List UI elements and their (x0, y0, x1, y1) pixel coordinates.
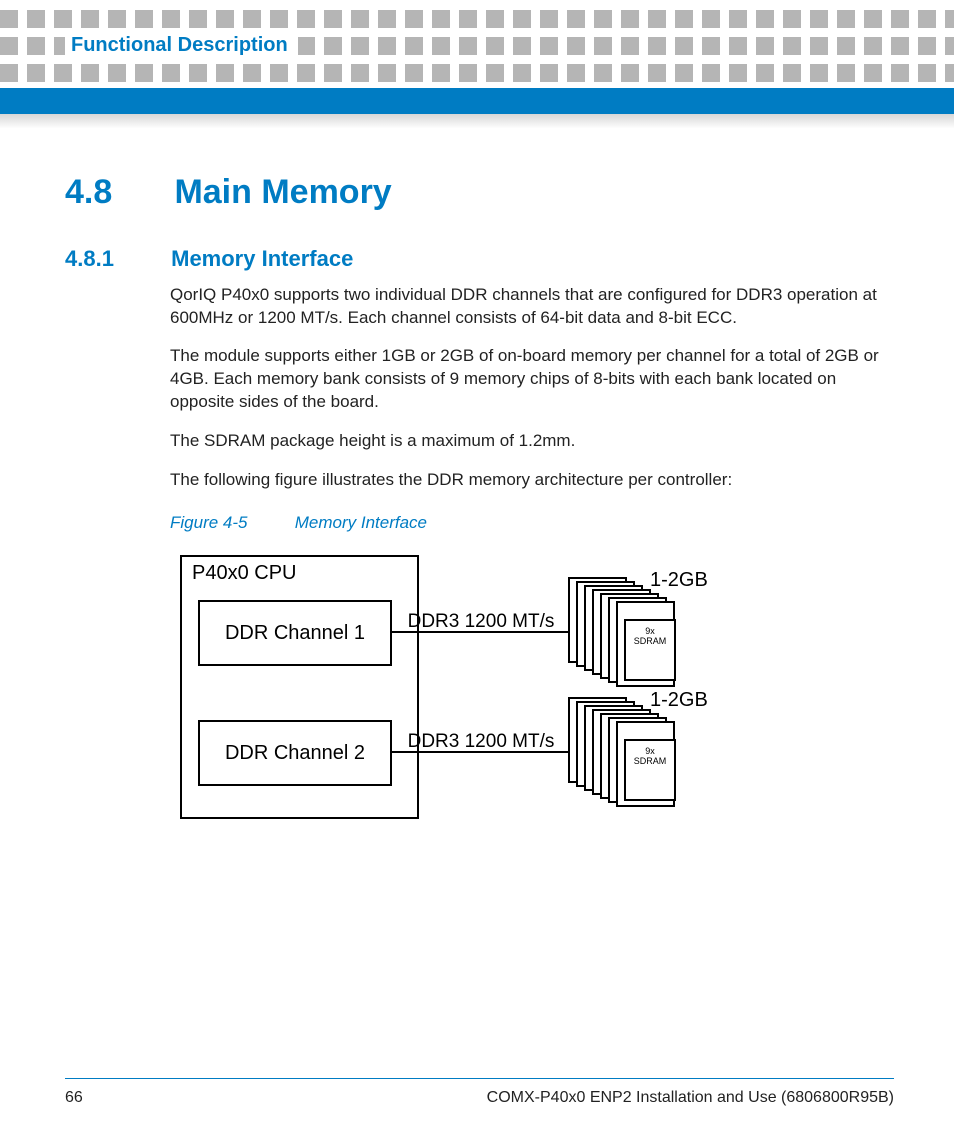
sdram-stack-2: 9x SDRAM (568, 697, 718, 807)
sdram-stack-1: 9x SDRAM (568, 577, 718, 687)
figure-title: Memory Interface (295, 513, 427, 532)
ddr-channel-2-box: DDR Channel 2 (198, 720, 392, 786)
sdram-count: 9x (645, 746, 655, 756)
figure-caption: Figure 4-5 Memory Interface (170, 512, 894, 535)
paragraph-2: The module supports either 1GB or 2GB of… (170, 345, 894, 414)
link-label-2: DDR3 1200 MT/s (396, 729, 566, 755)
paragraph-4: The following figure illustrates the DDR… (170, 469, 894, 492)
header-gray-bar (0, 114, 954, 128)
page-footer: 66 COMX-P40x0 ENP2 Installation and Use … (65, 1078, 894, 1109)
subsection-heading: 4.8.1 Memory Interface (65, 244, 894, 274)
sdram-type: SDRAM (634, 756, 667, 766)
sdram-count: 9x (645, 626, 655, 636)
sdram-count-label: 9x SDRAM (624, 739, 676, 801)
paragraph-1: QorIQ P40x0 supports two individual DDR … (170, 284, 894, 330)
page-content: 4.8 Main Memory 4.8.1 Memory Interface Q… (65, 170, 894, 845)
sdram-count-label: 9x SDRAM (624, 619, 676, 681)
paragraph-3: The SDRAM package height is a maximum of… (170, 430, 894, 453)
cpu-label: P40x0 CPU (192, 560, 297, 587)
body-text: QorIQ P40x0 supports two individual DDR … (170, 284, 894, 846)
subsection-title: Memory Interface (171, 246, 353, 271)
memory-interface-diagram: P40x0 CPU DDR Channel 1 DDR Channel 2 DD… (170, 545, 894, 845)
section-number: 4.8 (65, 170, 165, 216)
section-title: Main Memory (174, 173, 391, 211)
section-heading: 4.8 Main Memory (65, 170, 894, 216)
sdram-type: SDRAM (634, 636, 667, 646)
page-number: 66 (65, 1087, 83, 1109)
subsection-number: 4.8.1 (65, 244, 165, 274)
doc-title-footer: COMX-P40x0 ENP2 Installation and Use (68… (487, 1087, 894, 1109)
header-blue-bar (0, 88, 954, 114)
figure-number: Figure 4-5 (170, 512, 290, 535)
chapter-title: Functional Description (65, 30, 298, 61)
ddr-channel-1-box: DDR Channel 1 (198, 600, 392, 666)
link-label-1: DDR3 1200 MT/s (396, 609, 566, 635)
